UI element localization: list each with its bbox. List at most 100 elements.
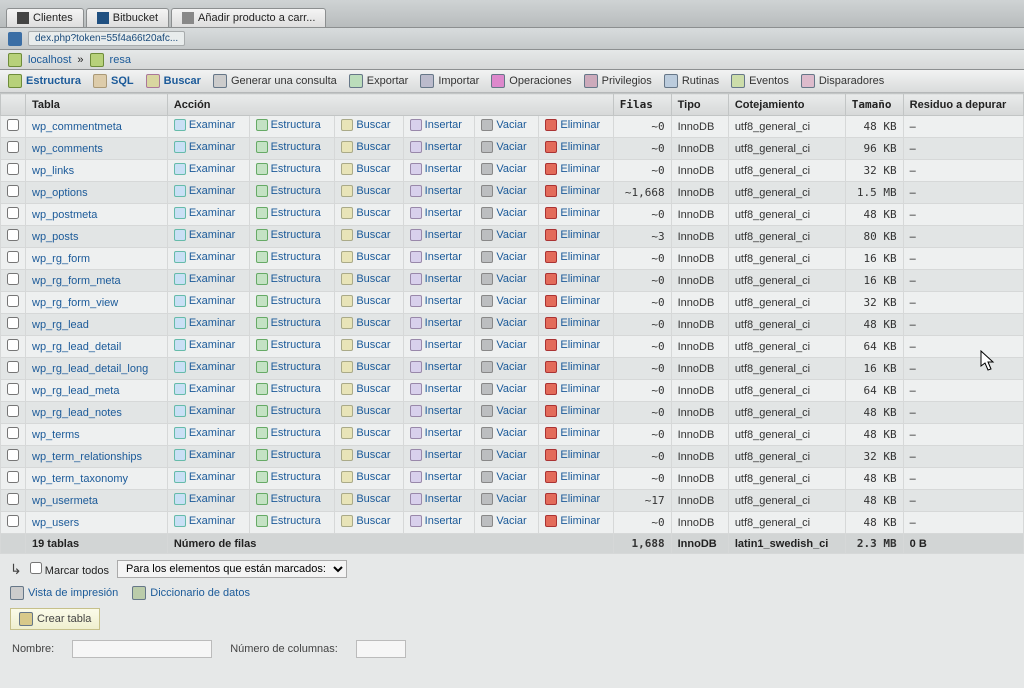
table-name[interactable]: wp_links — [26, 160, 168, 182]
action-drop[interactable]: Eliminar — [545, 449, 600, 461]
action-insert[interactable]: Insertar — [410, 383, 462, 395]
link-data-dictionary[interactable]: Diccionario de datos — [132, 586, 250, 600]
row-checkbox[interactable] — [7, 295, 19, 307]
action-insert[interactable]: Insertar — [410, 493, 462, 505]
action-empty[interactable]: Vaciar — [481, 251, 526, 263]
browser-tab-add-product[interactable]: Añadir producto a carr... — [171, 8, 326, 27]
action-browse[interactable]: Examinar — [174, 405, 235, 417]
action-empty[interactable]: Vaciar — [481, 141, 526, 153]
action-drop[interactable]: Eliminar — [545, 427, 600, 439]
action-insert[interactable]: Insertar — [410, 163, 462, 175]
action-insert[interactable]: Insertar — [410, 251, 462, 263]
action-structure[interactable]: Estructura — [256, 119, 321, 131]
row-checkbox[interactable] — [7, 229, 19, 241]
action-drop[interactable]: Eliminar — [545, 471, 600, 483]
action-browse[interactable]: Examinar — [174, 273, 235, 285]
col-overhead[interactable]: Residuo a depurar — [903, 94, 1023, 116]
tab-export[interactable]: Exportar — [349, 74, 409, 88]
tab-routines[interactable]: Rutinas — [664, 74, 719, 88]
tab-generate-query[interactable]: Generar una consulta — [213, 74, 337, 88]
action-browse[interactable]: Examinar — [174, 427, 235, 439]
check-all-checkbox[interactable] — [30, 562, 42, 574]
action-browse[interactable]: Examinar — [174, 449, 235, 461]
tab-structure[interactable]: Estructura — [8, 74, 81, 88]
action-drop[interactable]: Eliminar — [545, 141, 600, 153]
action-search[interactable]: Buscar — [341, 515, 390, 527]
action-search[interactable]: Buscar — [341, 405, 390, 417]
action-browse[interactable]: Examinar — [174, 493, 235, 505]
action-insert[interactable]: Insertar — [410, 361, 462, 373]
action-search[interactable]: Buscar — [341, 273, 390, 285]
table-name[interactable]: wp_rg_lead_meta — [26, 380, 168, 402]
action-empty[interactable]: Vaciar — [481, 339, 526, 351]
action-structure[interactable]: Estructura — [256, 361, 321, 373]
table-name[interactable]: wp_term_relationships — [26, 446, 168, 468]
action-structure[interactable]: Estructura — [256, 273, 321, 285]
action-browse[interactable]: Examinar — [174, 515, 235, 527]
table-name[interactable]: wp_rg_form_meta — [26, 270, 168, 292]
action-insert[interactable]: Insertar — [410, 405, 462, 417]
row-checkbox[interactable] — [7, 185, 19, 197]
action-structure[interactable]: Estructura — [256, 515, 321, 527]
action-drop[interactable]: Eliminar — [545, 383, 600, 395]
row-checkbox[interactable] — [7, 141, 19, 153]
row-checkbox[interactable] — [7, 119, 19, 131]
table-name[interactable]: wp_users — [26, 512, 168, 534]
action-insert[interactable]: Insertar — [410, 317, 462, 329]
action-browse[interactable]: Examinar — [174, 295, 235, 307]
row-checkbox[interactable] — [7, 427, 19, 439]
action-insert[interactable]: Insertar — [410, 207, 462, 219]
action-search[interactable]: Buscar — [341, 427, 390, 439]
table-name[interactable]: wp_rg_lead_notes — [26, 402, 168, 424]
action-insert[interactable]: Insertar — [410, 185, 462, 197]
row-checkbox[interactable] — [7, 449, 19, 461]
action-insert[interactable]: Insertar — [410, 471, 462, 483]
tab-operations[interactable]: Operaciones — [491, 74, 571, 88]
row-checkbox[interactable] — [7, 493, 19, 505]
action-structure[interactable]: Estructura — [256, 251, 321, 263]
action-empty[interactable]: Vaciar — [481, 405, 526, 417]
action-empty[interactable]: Vaciar — [481, 449, 526, 461]
action-browse[interactable]: Examinar — [174, 207, 235, 219]
action-drop[interactable]: Eliminar — [545, 163, 600, 175]
col-size[interactable]: Tamaño — [845, 94, 903, 116]
action-empty[interactable]: Vaciar — [481, 273, 526, 285]
action-drop[interactable]: Eliminar — [545, 317, 600, 329]
row-checkbox[interactable] — [7, 317, 19, 329]
action-insert[interactable]: Insertar — [410, 515, 462, 527]
col-table[interactable]: Tabla — [26, 94, 168, 116]
action-empty[interactable]: Vaciar — [481, 229, 526, 241]
tab-triggers[interactable]: Disparadores — [801, 74, 884, 88]
row-checkbox[interactable] — [7, 515, 19, 527]
action-structure[interactable]: Estructura — [256, 141, 321, 153]
action-empty[interactable]: Vaciar — [481, 427, 526, 439]
action-drop[interactable]: Eliminar — [545, 119, 600, 131]
table-name[interactable]: wp_commentmeta — [26, 116, 168, 138]
table-name[interactable]: wp_options — [26, 182, 168, 204]
col-type[interactable]: Tipo — [671, 94, 728, 116]
row-checkbox[interactable] — [7, 361, 19, 373]
action-insert[interactable]: Insertar — [410, 119, 462, 131]
action-structure[interactable]: Estructura — [256, 383, 321, 395]
action-structure[interactable]: Estructura — [256, 207, 321, 219]
action-drop[interactable]: Eliminar — [545, 185, 600, 197]
action-insert[interactable]: Insertar — [410, 229, 462, 241]
table-name[interactable]: wp_comments — [26, 138, 168, 160]
action-drop[interactable]: Eliminar — [545, 405, 600, 417]
action-empty[interactable]: Vaciar — [481, 119, 526, 131]
action-search[interactable]: Buscar — [341, 141, 390, 153]
create-table-button[interactable]: Crear tabla — [10, 608, 100, 630]
action-search[interactable]: Buscar — [341, 207, 390, 219]
action-search[interactable]: Buscar — [341, 361, 390, 373]
breadcrumb-db[interactable]: resa — [110, 54, 131, 66]
action-browse[interactable]: Examinar — [174, 471, 235, 483]
action-search[interactable]: Buscar — [341, 449, 390, 461]
action-structure[interactable]: Estructura — [256, 185, 321, 197]
action-search[interactable]: Buscar — [341, 339, 390, 351]
action-structure[interactable]: Estructura — [256, 449, 321, 461]
table-name[interactable]: wp_usermeta — [26, 490, 168, 512]
col-rows[interactable]: Filas — [613, 94, 671, 116]
row-checkbox[interactable] — [7, 339, 19, 351]
action-search[interactable]: Buscar — [341, 471, 390, 483]
action-search[interactable]: Buscar — [341, 251, 390, 263]
